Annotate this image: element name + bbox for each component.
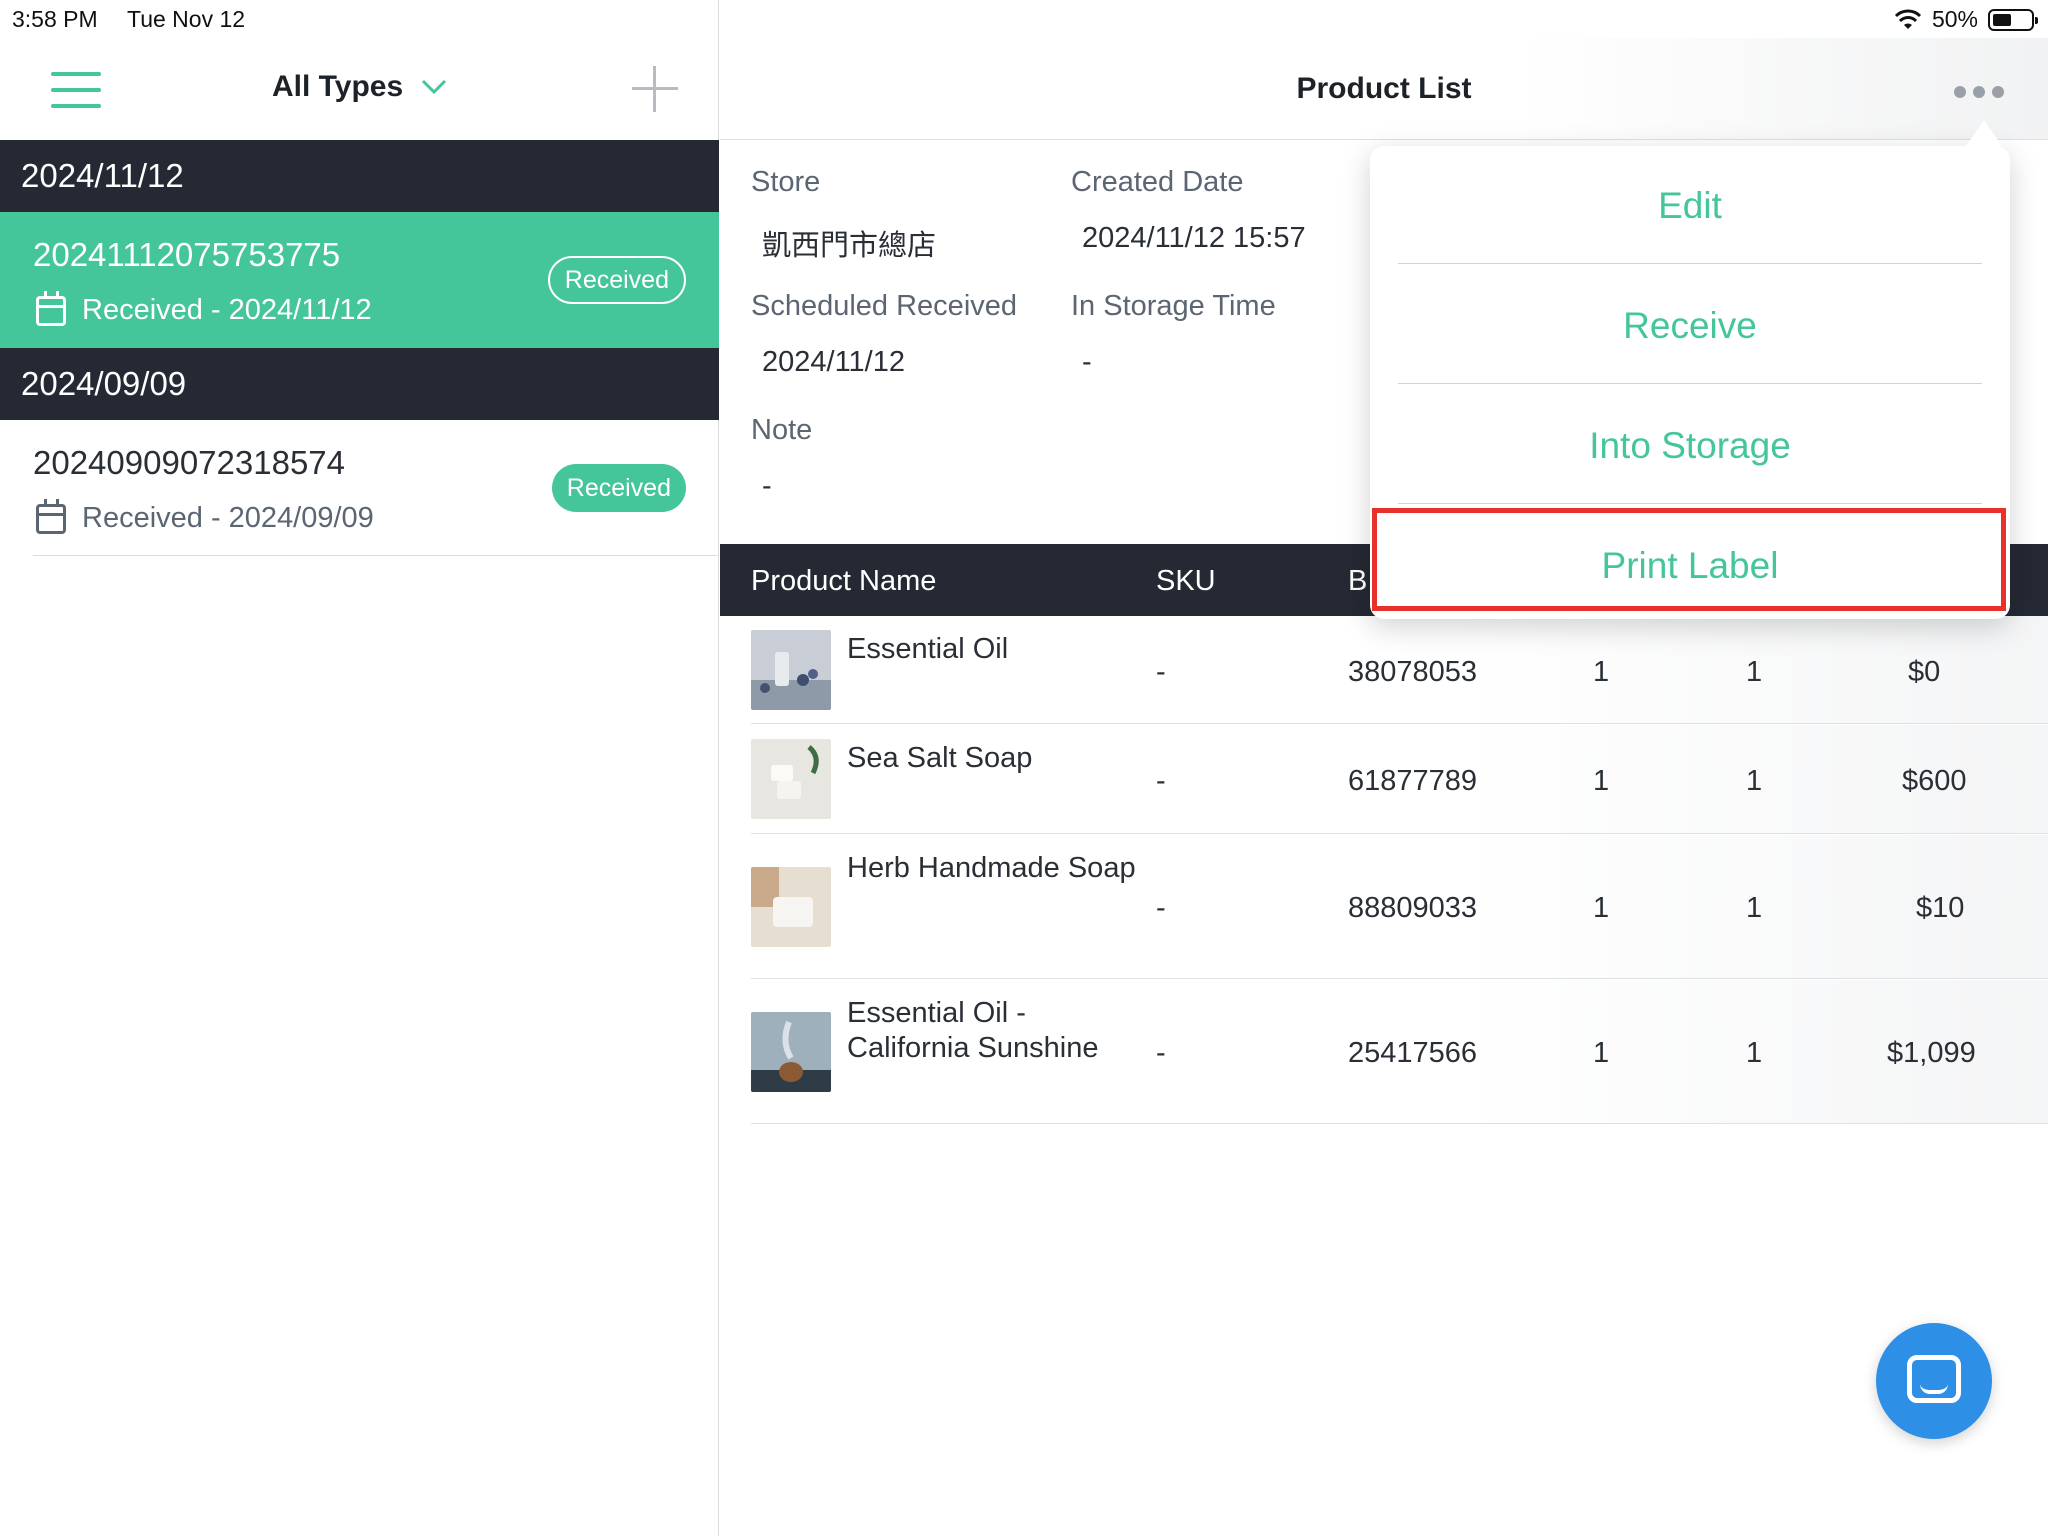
scheduled-received-value: 2024/11/12 [762,346,905,378]
calendar-icon [36,290,66,326]
product-barcode: 25417566 [1348,1037,1478,1069]
column-header-sku: SKU [1156,565,1216,597]
product-qty-2: 1 [1746,892,1763,924]
order-list-item[interactable]: 20240909072318574 Received - 2024/09/09 … [0,420,719,556]
product-sku: - [1156,892,1166,924]
order-list-item[interactable]: 20241112075753775 Received - 2024/11/12 … [0,212,719,348]
store-value: 凱西門市總店 [762,230,937,262]
product-thumbnail [751,867,831,947]
left-header: All Types [0,38,719,140]
note-value: - [762,470,772,502]
product-name: Essential Oil [847,633,1009,665]
wifi-icon [1894,9,1922,29]
product-qty-2: 1 [1746,765,1763,797]
column-header-barcode: B [1348,565,1368,597]
store-label: Store [751,166,821,198]
type-filter-dropdown[interactable]: All Types [272,70,447,104]
product-barcode: 61877789 [1348,765,1478,797]
product-name: Herb Handmade Soap [847,852,1136,884]
created-date-label: Created Date [1071,166,1244,198]
plus-icon[interactable] [632,66,678,112]
calendar-icon [36,498,66,534]
column-header-product-name: Product Name [751,565,937,597]
list-divider [33,555,718,556]
menu-item-into-storage[interactable]: Into Storage [1398,386,1982,506]
table-row[interactable]: Sea Salt Soap - 61877789 1 1 $600 [751,725,2048,834]
product-sku: - [1156,656,1166,688]
menu-divider [1398,503,1982,504]
status-badge: Received [551,464,686,512]
created-date-value: 2024/11/12 15:57 [1082,222,1306,254]
status-time: 3:58 PM [12,6,98,32]
product-name: Essential Oil - California Sunshine [847,997,1099,1064]
in-storage-time-label: In Storage Time [1071,290,1276,322]
scheduled-received-label: Scheduled Received [751,290,1018,322]
date-group-header: 2024/09/09 [0,348,719,420]
chat-icon [1907,1355,1961,1403]
actions-popover-menu: Edit Receive Into Storage Print Label [1370,146,2010,619]
product-thumbnail [751,739,831,819]
table-row[interactable]: Herb Handmade Soap - 88809033 1 1 $10 [751,835,2048,979]
product-price: $10 [1916,892,1965,924]
order-status-text: Received - 2024/09/09 [82,502,374,534]
table-row[interactable]: Essential Oil - California Sunshine - 25… [751,980,2048,1124]
product-qty-1: 1 [1593,656,1610,688]
battery-icon [1988,8,2038,31]
page-title: Product List [1296,72,1472,105]
status-date: Tue Nov 12 [127,6,246,32]
product-qty-1: 1 [1593,1037,1610,1069]
order-id: 20240909072318574 [33,444,346,481]
status-right: 50% [1894,6,2038,33]
product-barcode: 38078053 [1348,656,1478,688]
product-sku: - [1156,765,1166,797]
order-status-line: Received - 2024/09/09 [36,498,374,535]
menu-divider [1398,263,1982,264]
product-barcode: 88809033 [1348,892,1478,924]
chevron-down-icon [422,79,447,95]
product-price: $600 [1902,765,1967,797]
popover-arrow [1966,120,2002,146]
menu-divider [1398,383,1982,384]
menu-item-receive[interactable]: Receive [1398,266,1982,386]
battery-percent: 50% [1931,6,1978,32]
product-name: Sea Salt Soap [847,742,1033,774]
status-bar: 3:58 PM Tue Nov 12 50% [0,0,2048,38]
more-horizontal-icon[interactable] [1954,86,2004,98]
right-header: Product List [720,38,2048,140]
product-price: $0 [1908,656,1941,688]
type-filter-label: All Types [272,70,404,103]
status-badge: Received [547,256,686,304]
product-qty-2: 1 [1746,656,1763,688]
order-status-text: Received - 2024/11/12 [82,294,372,326]
in-storage-time-value: - [1082,346,1092,378]
product-qty-2: 1 [1746,1037,1763,1069]
product-qty-1: 1 [1593,892,1610,924]
product-sku: - [1156,1037,1166,1069]
product-thumbnail [751,630,831,710]
menu-item-edit[interactable]: Edit [1398,146,1982,266]
order-id: 20241112075753775 [33,236,341,273]
table-row[interactable]: Essential Oil - 38078053 1 1 $0 [751,616,2048,724]
order-list-pane: All Types 2024/11/12 20241112075753775 R… [0,0,719,1536]
product-qty-1: 1 [1593,765,1610,797]
hamburger-icon[interactable] [51,72,101,108]
product-thumbnail [751,1012,831,1092]
order-status-line: Received - 2024/11/12 [36,290,372,327]
product-price: $1,099 [1887,1037,1976,1069]
date-group-header: 2024/11/12 [0,140,719,212]
chat-button[interactable] [1876,1323,1992,1439]
menu-item-print-label[interactable]: Print Label [1398,506,1982,626]
note-label: Note [751,414,813,446]
